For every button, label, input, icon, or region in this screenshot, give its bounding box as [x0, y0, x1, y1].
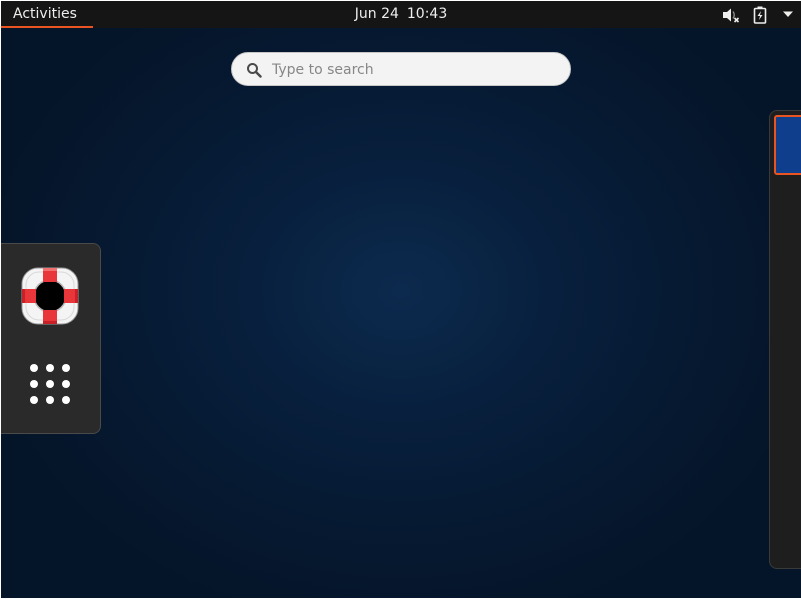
- show-applications-button[interactable]: [18, 352, 82, 416]
- system-menu-button[interactable]: [711, 1, 801, 28]
- activities-label: Activities: [13, 6, 77, 22]
- clock-button[interactable]: Jun 24 10:43: [355, 6, 448, 22]
- clock-time: 10:43: [406, 6, 448, 22]
- workspace-thumbnails: [769, 110, 801, 569]
- search-box[interactable]: [231, 52, 571, 86]
- search-input[interactable]: [272, 59, 552, 81]
- volume-muted-icon: [723, 8, 740, 23]
- battery-charging-icon: [753, 6, 767, 24]
- dash: [1, 243, 101, 434]
- dash-item-help[interactable]: [18, 264, 82, 328]
- top-bar: Activities Jun 24 10:43: [1, 1, 801, 28]
- clock-date: Jun 24: [354, 6, 399, 22]
- search-icon: [247, 63, 262, 78]
- clock: Jun 24 10:43: [1, 1, 801, 28]
- lifebuoy-icon: [21, 267, 79, 325]
- app-grid-icon: [30, 364, 70, 404]
- activities-button[interactable]: Activities: [1, 1, 93, 28]
- workspace-thumbnail-active[interactable]: [774, 115, 801, 175]
- dropdown-arrow-icon: [783, 11, 793, 17]
- desktop-overview: Activities Jun 24 10:43: [1, 1, 801, 598]
